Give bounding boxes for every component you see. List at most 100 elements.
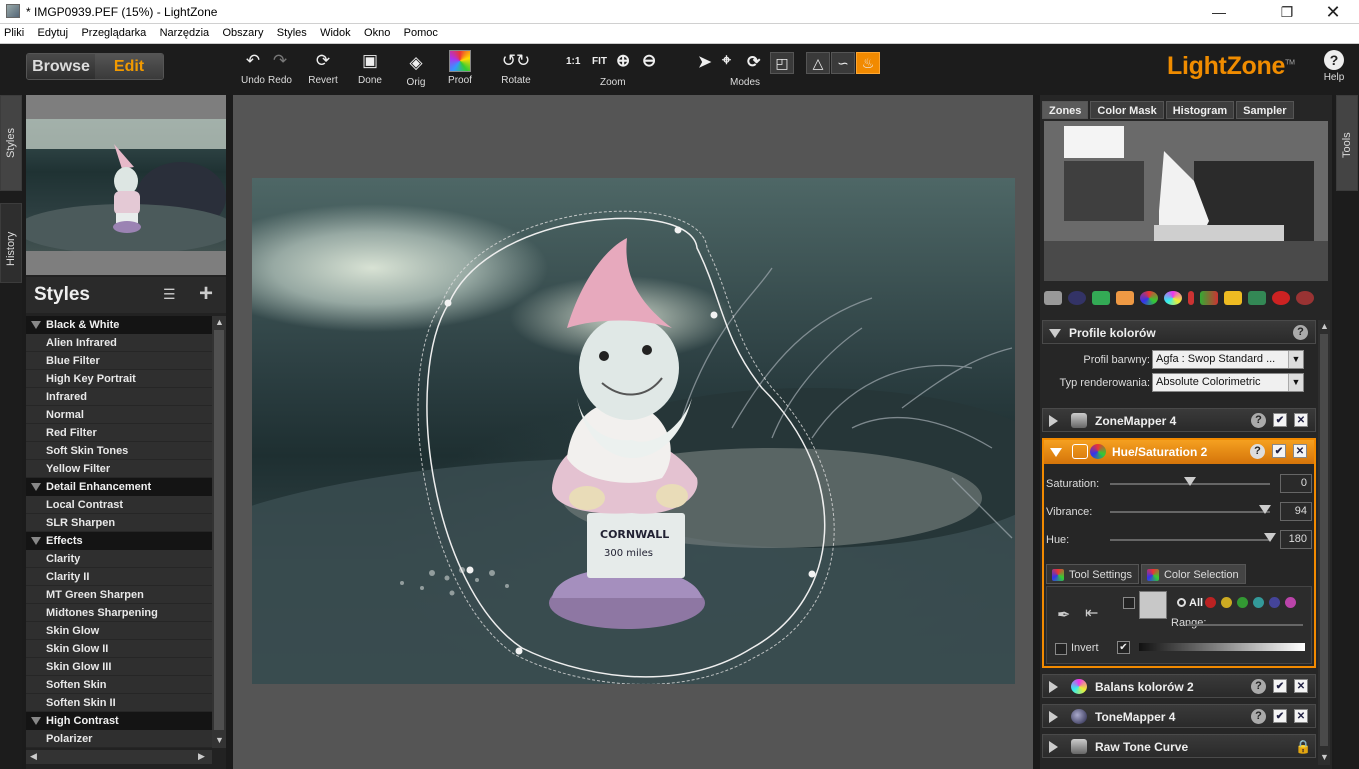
- browse-button[interactable]: Browse: [27, 54, 95, 79]
- saturation-slider[interactable]: [1184, 477, 1196, 486]
- style-item[interactable]: Skin Glow II: [26, 640, 212, 658]
- help-small-icon[interactable]: ?: [1250, 444, 1265, 459]
- style-item[interactable]: Midtones Sharpening: [26, 604, 212, 622]
- maximize-button[interactable]: ❐: [1264, 0, 1310, 24]
- scroll-left-icon[interactable]: ◀: [30, 751, 37, 762]
- luminosity-checkbox[interactable]: ✔: [1117, 641, 1130, 654]
- scroll-up-icon[interactable]: ▲: [215, 317, 224, 327]
- help-small-icon[interactable]: ?: [1251, 413, 1266, 428]
- edit-button[interactable]: Edit: [95, 54, 163, 79]
- menu-edytuj[interactable]: Edytuj: [34, 24, 75, 39]
- arrow-pointer-icon[interactable]: ➤: [698, 52, 711, 72]
- tab-tool-settings[interactable]: Tool Settings: [1046, 564, 1139, 584]
- style-item[interactable]: MT Green Sharpen: [26, 586, 212, 604]
- tab-color-mask[interactable]: Color Mask: [1090, 101, 1164, 119]
- reset-arrow-icon[interactable]: ⇤: [1085, 603, 1098, 623]
- color-balance-tool-icon[interactable]: [1164, 291, 1182, 305]
- style-item[interactable]: Blue Filter: [26, 352, 212, 370]
- style-category[interactable]: High Contrast: [26, 712, 212, 730]
- cyan-dot[interactable]: [1253, 597, 1264, 609]
- style-item[interactable]: Yellow Filter: [26, 460, 212, 478]
- style-category[interactable]: Black & White: [26, 316, 212, 334]
- luminosity-range-slider[interactable]: [1139, 643, 1305, 651]
- help-small-icon[interactable]: ?: [1293, 325, 1308, 340]
- channel-mixer-tool-icon[interactable]: [1200, 291, 1218, 305]
- style-item[interactable]: Local Contrast: [26, 496, 212, 514]
- temperature-tool-icon[interactable]: [1188, 291, 1194, 305]
- zoom-out-icon[interactable]: ⊖: [642, 51, 656, 71]
- noise-tool-icon[interactable]: [1248, 291, 1266, 305]
- rotate-mode-icon[interactable]: ⟳: [747, 52, 760, 72]
- menu-obszary[interactable]: Obszary: [218, 24, 269, 39]
- tab-color-selection[interactable]: Color Selection: [1140, 564, 1246, 584]
- menu-przegladarka[interactable]: Przeglądarka: [77, 24, 152, 39]
- redo-button[interactable]: ↷ Redo: [266, 50, 294, 86]
- expand-icon[interactable]: [1049, 741, 1058, 753]
- red-eye-tool-icon[interactable]: [1272, 291, 1290, 305]
- zonemapper-tool-header[interactable]: ZoneMapper 4 ? ✔ ✕: [1042, 408, 1316, 432]
- delete-tool-icon[interactable]: ✕: [1294, 679, 1308, 693]
- tab-zones[interactable]: Zones: [1042, 101, 1089, 119]
- style-category[interactable]: Detail Enhancement: [26, 478, 212, 496]
- style-item[interactable]: Red Filter: [26, 424, 212, 442]
- style-item[interactable]: Normal: [26, 406, 212, 424]
- photo-gnome[interactable]: CORNWALL 300 miles: [252, 178, 1015, 684]
- style-item[interactable]: Skin Glow: [26, 622, 212, 640]
- enable-checkbox[interactable]: ✔: [1273, 709, 1287, 723]
- zoom-1to1-button[interactable]: 1:1: [566, 56, 580, 67]
- style-category[interactable]: Effects: [26, 532, 212, 550]
- zonemapper-tool-icon[interactable]: [1044, 291, 1062, 305]
- undo-button[interactable]: ↶ Undo: [239, 50, 267, 86]
- hue-sat-tool-icon[interactable]: [1140, 291, 1158, 305]
- style-item[interactable]: Soften Skin: [26, 676, 212, 694]
- collapse-icon[interactable]: [1049, 329, 1061, 338]
- eyedropper-icon[interactable]: ✒: [1057, 605, 1070, 625]
- style-item[interactable]: Clarity: [26, 550, 212, 568]
- color-enable-checkbox[interactable]: [1123, 597, 1135, 609]
- add-style-icon[interactable]: +: [199, 280, 213, 308]
- close-button[interactable]: ✕: [1310, 0, 1356, 24]
- region-mode-button[interactable]: ◰: [770, 52, 794, 74]
- scroll-right-icon[interactable]: ▶: [198, 751, 205, 762]
- minimize-button[interactable]: —: [1196, 0, 1242, 24]
- style-item[interactable]: Soft Skin Tones: [26, 442, 212, 460]
- tab-histogram[interactable]: Histogram: [1165, 101, 1235, 119]
- blue-dot[interactable]: [1269, 597, 1280, 609]
- tools-scroll-thumb[interactable]: [1320, 334, 1328, 746]
- enable-checkbox[interactable]: ✔: [1272, 444, 1286, 458]
- rotate-button[interactable]: ↺↻ Rotate: [494, 50, 538, 86]
- style-item[interactable]: Soften Skin II: [26, 694, 212, 712]
- invert-checkbox[interactable]: [1055, 643, 1067, 655]
- list-view-icon[interactable]: ☰: [163, 286, 176, 303]
- help-small-icon[interactable]: ?: [1251, 679, 1266, 694]
- delete-tool-icon[interactable]: ✕: [1293, 444, 1307, 458]
- hue-slider[interactable]: [1264, 533, 1276, 542]
- red-dot[interactable]: [1205, 597, 1216, 609]
- vibrance-slider[interactable]: [1259, 505, 1271, 514]
- tab-history[interactable]: History: [0, 203, 22, 283]
- vibrance-input[interactable]: 94: [1280, 502, 1312, 521]
- render-select[interactable]: Absolute Colorimetric ▼: [1152, 373, 1304, 392]
- menu-styles[interactable]: Styles: [273, 24, 313, 39]
- polygon-region-button[interactable]: △: [806, 52, 830, 74]
- zoom-fit-button[interactable]: FIT: [592, 56, 607, 67]
- all-radio[interactable]: [1177, 598, 1186, 608]
- style-item[interactable]: Alien Infrared: [26, 334, 212, 352]
- scroll-down-icon[interactable]: ▼: [1320, 752, 1329, 762]
- style-item[interactable]: SLR Sharpen: [26, 514, 212, 532]
- profile-select[interactable]: Agfa : Swop Standard ... ▼: [1152, 350, 1304, 369]
- selected-color-swatch[interactable]: [1139, 591, 1167, 619]
- collapse-icon[interactable]: [1050, 448, 1062, 457]
- hue-saturation-header[interactable]: Hue/Saturation 2 ? ✔ ✕: [1044, 440, 1314, 464]
- expand-icon[interactable]: [1049, 415, 1058, 427]
- tonemapper-tool-icon[interactable]: [1068, 291, 1086, 305]
- tab-styles[interactable]: Styles: [0, 95, 22, 191]
- menu-narzedzia[interactable]: Narzędzia: [156, 24, 216, 39]
- help-button[interactable]: ? Help: [1320, 50, 1348, 83]
- tab-sampler[interactable]: Sampler: [1236, 101, 1294, 119]
- styles-scroll-thumb[interactable]: [214, 330, 224, 730]
- range-slider[interactable]: [1187, 624, 1303, 626]
- style-item[interactable]: High Key Portrait: [26, 370, 212, 388]
- orig-button[interactable]: ◈ Orig: [402, 52, 430, 88]
- menu-widok[interactable]: Widok: [316, 24, 357, 39]
